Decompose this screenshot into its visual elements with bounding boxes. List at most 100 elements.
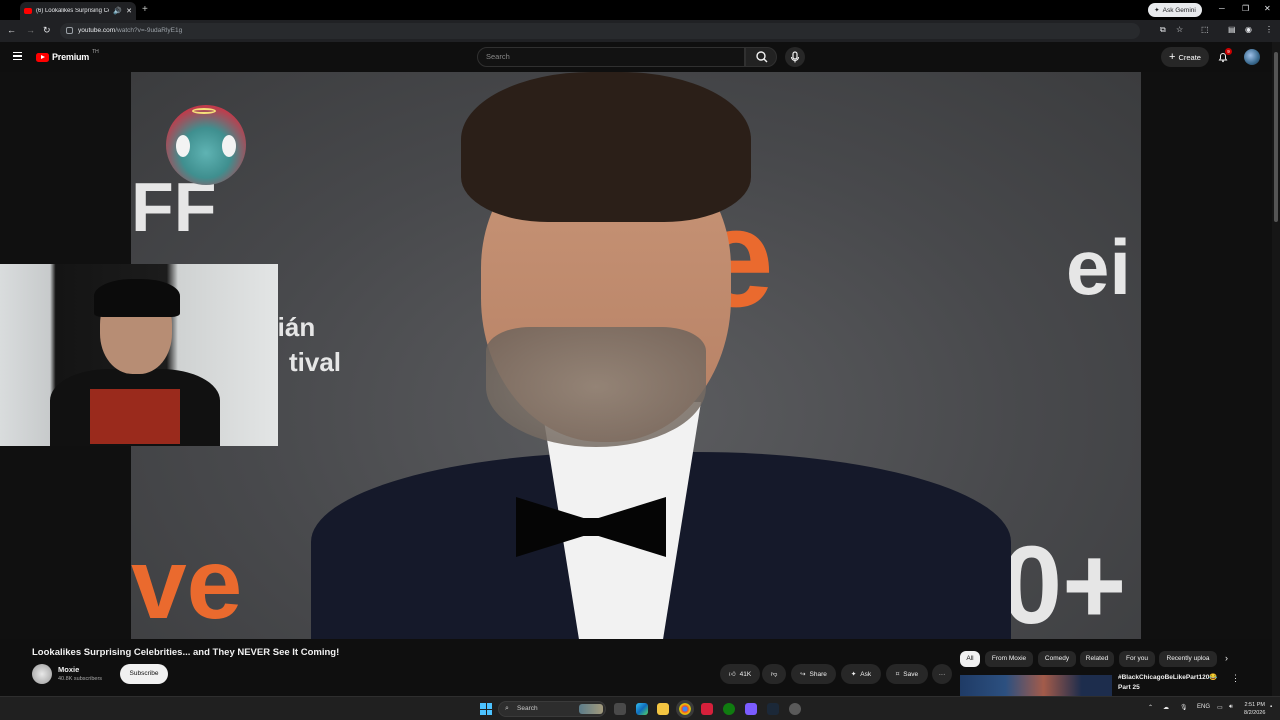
volume-icon[interactable]: 🔊︎	[1229, 704, 1233, 711]
ask-button[interactable]: ✦ Ask	[841, 664, 881, 684]
share-label: Share	[809, 670, 827, 678]
search-input[interactable]: Search	[477, 47, 745, 67]
browser-tab[interactable]: (6) Lookalikes Surprising Ce 🔊 ✕	[20, 2, 136, 20]
chrome-icon[interactable]	[679, 703, 691, 715]
like-button[interactable]: 👍︎ 41K	[720, 664, 760, 684]
scrollbar-thumb[interactable]	[1274, 52, 1278, 222]
profile-icon[interactable]: ◉	[1245, 25, 1252, 34]
chip-related[interactable]: Related	[1080, 651, 1114, 667]
forward-icon[interactable]: →	[26, 25, 35, 35]
maximize-icon[interactable]: ❐	[1242, 4, 1249, 13]
search-icon	[756, 51, 768, 63]
youtube-play-icon	[36, 52, 49, 62]
bookmark-star-icon[interactable]: ☆	[1176, 25, 1183, 34]
reload-icon[interactable]: ↻	[43, 25, 51, 36]
edge-icon[interactable]	[636, 703, 648, 715]
sidebar-icon[interactable]: ▤	[1228, 25, 1236, 34]
browser-tab-strip: (6) Lookalikes Surprising Ce 🔊 ✕ + ✦ Ask…	[0, 0, 1280, 20]
sparkle-icon: ✦	[1154, 7, 1160, 14]
webcam-overlay	[0, 264, 278, 446]
windows-start-icon[interactable]	[480, 703, 492, 715]
shirt-print-shape	[90, 389, 180, 444]
steam-icon[interactable]	[767, 703, 779, 715]
close-window-icon[interactable]: ✕	[1264, 4, 1271, 13]
windows-taskbar: ⌕ Search ⌃ ☁ 🎙︎ ENG ▭ 🔊︎ 2:51 PM 8/2/202…	[0, 696, 1280, 720]
cast-icon[interactable]: ⧉	[1160, 25, 1166, 35]
subscribe-button[interactable]: Subscribe	[120, 664, 168, 684]
share-button[interactable]: ↪ Share	[791, 664, 836, 684]
minimize-icon[interactable]: ─	[1219, 4, 1225, 13]
chip-from-moxie[interactable]: From Moxie	[985, 651, 1033, 667]
taskbar-search-label: Search	[517, 705, 538, 712]
chip-all[interactable]: All	[960, 651, 980, 667]
language-indicator[interactable]: ENG	[1197, 704, 1210, 710]
tray-cloud-icon[interactable]: ☁	[1163, 704, 1169, 711]
youtube-favicon-icon	[24, 8, 32, 14]
more-icon: ···	[938, 670, 946, 678]
beard-shape	[486, 327, 706, 447]
taskbar-search-input[interactable]: ⌕ Search	[498, 701, 606, 717]
system-clock[interactable]: 2:51 PM 8/2/2026	[1244, 701, 1265, 717]
backdrop-text-ve: ve	[131, 528, 243, 639]
search-highlight-image	[579, 704, 603, 714]
create-button[interactable]: + Create	[1161, 47, 1209, 67]
ask-gemini-label: Ask Gemini	[1162, 6, 1196, 14]
chip-for-you[interactable]: For you	[1119, 651, 1155, 667]
recommendation-thumbnail[interactable]	[960, 675, 1112, 696]
more-actions-button[interactable]: ···	[932, 664, 952, 684]
clock-date: 8/2/2026	[1244, 710, 1266, 716]
address-bar-row: ← → ↻ youtube.com/watch?v=-9udaRlyE1g ⧉ …	[0, 20, 1280, 42]
tray-chevron-up-icon[interactable]: ⌃	[1148, 704, 1153, 711]
chip-comedy[interactable]: Comedy	[1038, 651, 1076, 667]
new-tab-button[interactable]: +	[142, 4, 148, 15]
thumbs-down-icon: 👎︎	[770, 671, 778, 678]
voice-search-button[interactable]	[785, 47, 805, 67]
recommendation-title-line2: Part 25	[1118, 684, 1140, 691]
app-gear-icon[interactable]	[789, 703, 801, 715]
app-a-icon[interactable]	[701, 703, 713, 715]
xbox-icon[interactable]	[723, 703, 735, 715]
channel-name[interactable]: Moxie	[58, 665, 79, 674]
angel-character-overlay	[166, 105, 246, 185]
share-icon: ↪	[800, 671, 806, 678]
app-purple-icon[interactable]	[745, 703, 757, 715]
recommendation-menu-icon[interactable]: ⋮	[1231, 673, 1240, 684]
url-path: /watch?v=-9udaRlyE1g	[115, 27, 183, 34]
taskbar-search-icon: ⌕	[505, 705, 509, 712]
recommendation-title-line1: #BlackChicagoBeLikePart120😂	[1118, 674, 1218, 681]
youtube-logo[interactable]: Premium TH	[36, 49, 99, 62]
video-player[interactable]: FF e ei tián tival ve 0+	[0, 72, 1272, 639]
url-field[interactable]: youtube.com/watch?v=-9udaRlyE1g	[60, 23, 1140, 39]
clock-time: 2:51 PM	[1244, 702, 1265, 708]
channel-avatar[interactable]	[32, 664, 52, 684]
video-frame[interactable]: FF e ei tián tival ve 0+	[131, 72, 1141, 639]
task-view-icon[interactable]	[614, 703, 626, 715]
left-wing-shape	[176, 135, 190, 157]
speaker-icon[interactable]: 🔊	[113, 7, 122, 15]
recommendation-title[interactable]: #BlackChicagoBeLikePart120😂 Part 25	[1118, 673, 1218, 693]
video-title: Lookalikes Surprising Celebrities... and…	[32, 647, 340, 658]
close-tab-icon[interactable]: ✕	[126, 7, 132, 15]
notification-center-icon[interactable]: ▪	[1270, 704, 1272, 710]
search-button[interactable]	[745, 47, 777, 67]
site-info-icon[interactable]	[66, 27, 73, 34]
extensions-icon[interactable]: ⬚	[1201, 25, 1209, 34]
tray-mic-icon[interactable]: 🎙︎	[1180, 704, 1188, 711]
file-explorer-icon[interactable]	[657, 703, 669, 715]
ask-gemini-button[interactable]: ✦ Ask Gemini	[1148, 3, 1202, 17]
menu-icon[interactable]	[13, 52, 22, 60]
account-avatar[interactable]	[1244, 49, 1260, 65]
create-label: Create	[1178, 52, 1201, 62]
page-scrollbar[interactable]	[1272, 42, 1280, 696]
save-button[interactable]: ⌑ Save	[886, 664, 928, 684]
back-icon[interactable]: ←	[7, 25, 16, 35]
dislike-button[interactable]: 👎︎	[762, 664, 786, 684]
ask-label: Ask	[860, 670, 872, 678]
chip-recently-uploaded[interactable]: Recently uploa	[1159, 651, 1217, 667]
backdrop-text-plus: 0+	[1001, 524, 1127, 639]
backdrop-text-ei: ei	[1066, 223, 1132, 311]
browser-menu-icon[interactable]: ⋮	[1265, 25, 1273, 34]
network-icon[interactable]: ▭	[1217, 704, 1223, 711]
subscriber-count: 40.8K subscribers	[58, 676, 103, 682]
chevron-right-icon[interactable]: ›	[1225, 653, 1228, 663]
